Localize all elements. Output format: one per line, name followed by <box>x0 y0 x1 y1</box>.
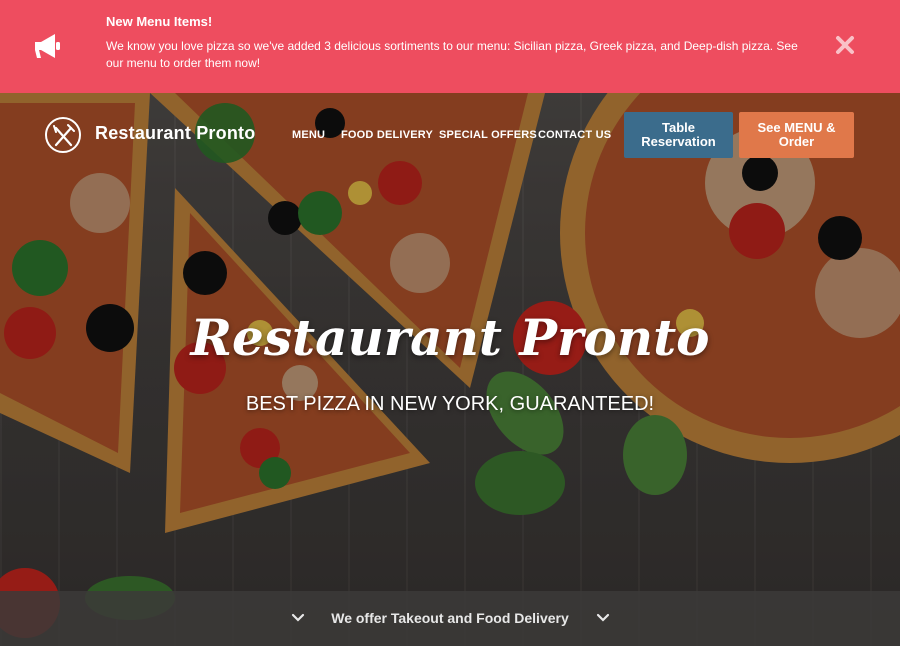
megaphone-icon <box>35 34 60 58</box>
chevron-down-icon[interactable] <box>596 613 610 623</box>
announcement-bar: New Menu Items! We know you love pizza s… <box>0 0 900 93</box>
nav-special-offers[interactable]: SPECIAL OFFERS <box>439 129 537 141</box>
bottom-bar: We offer Takeout and Food Delivery <box>0 591 900 646</box>
brand-name[interactable]: Restaurant Pronto <box>95 123 255 144</box>
fork-knife-icon[interactable] <box>44 116 82 154</box>
nav-contact-us[interactable]: CONTACT US <box>538 129 611 141</box>
bottom-bar-text[interactable]: We offer Takeout and Food Delivery <box>0 610 900 626</box>
hero-overlay <box>0 93 900 646</box>
nav-menu[interactable]: MENU <box>292 129 325 141</box>
announcement-title: New Menu Items! <box>106 14 213 29</box>
nav-food-delivery[interactable]: FOOD DELIVERY <box>341 129 433 141</box>
hero-title: Restaurant Pronto <box>190 308 710 367</box>
see-menu-order-button[interactable]: See MENU & Order <box>739 112 854 158</box>
announcement-text: We know you love pizza so we've added 3 … <box>106 39 798 70</box>
close-icon[interactable] <box>833 33 857 57</box>
table-reservation-button[interactable]: Table Reservation <box>624 112 733 158</box>
hero-section: Restaurant Pronto MENU FOOD DELIVERY SPE… <box>0 93 900 646</box>
hero-subtitle: BEST PIZZA IN NEW YORK, GUARANTEED! <box>245 393 655 415</box>
